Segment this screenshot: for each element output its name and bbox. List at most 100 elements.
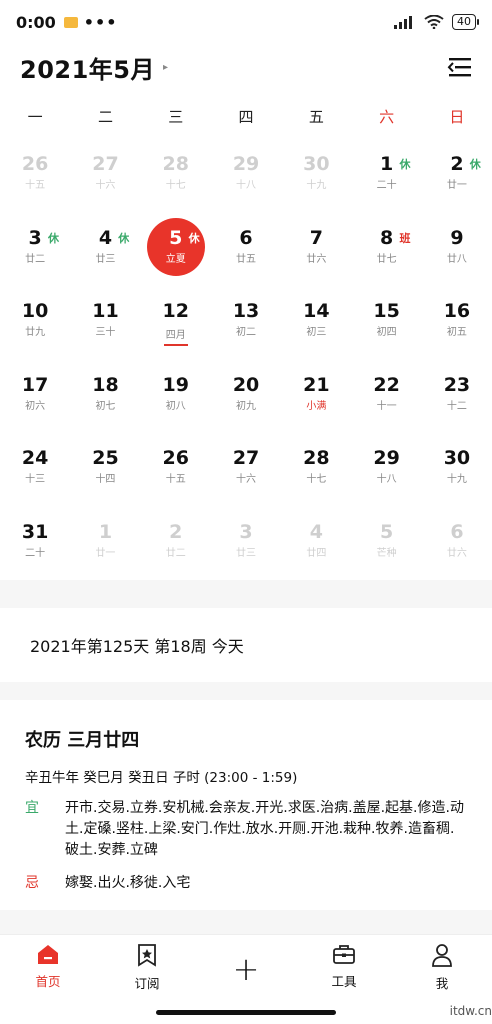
day-cell[interactable]: 17 初六 xyxy=(0,363,70,437)
day-cell[interactable]: 26 十五 xyxy=(0,142,70,216)
holiday-badge: 休 xyxy=(469,158,481,171)
lunar-date: 十六 xyxy=(236,474,257,485)
holiday-badge: 休 xyxy=(118,231,130,245)
day-cell[interactable]: 23 十二 xyxy=(422,363,492,437)
day-number: 3 xyxy=(239,520,253,543)
day-cell[interactable]: 31 二十 xyxy=(0,510,70,584)
almanac-card[interactable]: 农历 三月廿四 辛丑牛年 癸巳月 癸丑日 子时 (23:00 - 1:59) 宜… xyxy=(0,700,492,910)
day-cell[interactable]: 6 廿五 xyxy=(211,216,281,290)
lunar-date: 十七 xyxy=(306,474,327,485)
day-cell[interactable]: 1 二十休 xyxy=(351,142,421,216)
day-info-text: 2021年第125天 第18周 今天 xyxy=(30,637,244,656)
lunar-date: 廿三 xyxy=(95,253,116,265)
day-cell[interactable]: 14 初三 xyxy=(281,289,351,363)
day-cell[interactable]: 16 初五 xyxy=(422,289,492,363)
menu-icon[interactable] xyxy=(446,56,472,78)
day-number: 30 xyxy=(303,153,330,175)
day-number: 26 xyxy=(21,153,49,175)
day-cell[interactable]: 6 廿六 xyxy=(422,510,492,584)
tab-me[interactable]: 我 xyxy=(412,943,472,992)
lunar-date: 十六 xyxy=(95,180,116,191)
wifi-icon xyxy=(424,15,444,29)
day-number: 11 xyxy=(92,300,119,322)
day-number: 14 xyxy=(303,300,330,322)
lunar-date: 廿五 xyxy=(236,253,257,265)
day-number: 8 xyxy=(380,226,394,249)
tab-label: 我 xyxy=(435,976,449,991)
lunar-date: 初五 xyxy=(446,327,467,338)
day-cell[interactable]: 22 十一 xyxy=(351,363,421,437)
tab-subscribe[interactable]: 订阅 xyxy=(117,943,177,992)
day-cell[interactable]: 29 十八 xyxy=(351,436,421,510)
day-number: 9 xyxy=(450,226,464,249)
day-cell[interactable]: 10 廿九 xyxy=(0,289,70,363)
user-icon xyxy=(432,944,452,967)
weekday-label: 四 xyxy=(238,107,254,126)
day-cell-today[interactable]: 5 立夏休 xyxy=(141,216,211,290)
day-cell[interactable]: 13 初二 xyxy=(211,289,281,363)
day-number: 18 xyxy=(92,373,119,396)
day-number: 2 xyxy=(450,153,464,175)
day-cell[interactable]: 26 十五 xyxy=(141,436,211,510)
day-cell[interactable]: 3 廿二休 xyxy=(0,216,70,290)
day-cell[interactable]: 19 初八 xyxy=(141,363,211,437)
lunar-date: 廿六 xyxy=(306,253,327,265)
day-cell[interactable]: 2 廿二 xyxy=(141,510,211,584)
day-info-card[interactable]: 2021年第125天 第18周 今天 xyxy=(0,608,492,682)
ji-text: 嫁娶.出火.移徙.入宅 xyxy=(65,875,191,891)
day-cell[interactable]: 4 廿四 xyxy=(281,510,351,584)
lunar-date: 十二 xyxy=(446,400,467,412)
day-cell[interactable]: 28 十七 xyxy=(141,142,211,216)
day-number: 31 xyxy=(21,520,49,543)
month-title[interactable]: 2021年5月 xyxy=(20,50,155,85)
day-cell[interactable]: 15 初四 xyxy=(351,289,421,363)
tab-home[interactable]: 首页 xyxy=(18,943,78,990)
day-number: 19 xyxy=(162,373,189,396)
calendar-header: 2021年5月 ▸ xyxy=(0,44,492,90)
lunar-date: 十五 xyxy=(25,180,46,191)
ji-row: 忌 嫁娶.出火.移徙.入宅 xyxy=(25,873,467,894)
add-button[interactable]: + xyxy=(221,949,271,989)
lunar-date: 二十 xyxy=(376,180,397,191)
day-number: 4 xyxy=(309,520,323,543)
day-cell[interactable]: 2 廿一休 xyxy=(422,142,492,216)
day-cell[interactable]: 18 初七 xyxy=(70,363,140,437)
day-cell[interactable]: 11 三十 xyxy=(70,289,140,363)
day-number: 26 xyxy=(162,447,189,469)
day-cell[interactable]: 30 十九 xyxy=(281,142,351,216)
lunar-date: 初二 xyxy=(236,327,257,338)
lunar-date: 二十 xyxy=(25,547,46,559)
tab-tools[interactable]: 工具 xyxy=(314,943,374,990)
day-cell[interactable]: 7 廿六 xyxy=(281,216,351,290)
day-cell[interactable]: 5 芒种 xyxy=(351,510,421,584)
day-number: 3 xyxy=(28,226,42,249)
home-icon xyxy=(38,945,58,964)
weekday-label: 六 xyxy=(379,107,395,126)
day-cell[interactable]: 28 十七 xyxy=(281,436,351,510)
day-number: 10 xyxy=(21,300,49,322)
day-cell[interactable]: 21 小满 xyxy=(281,363,351,437)
day-cell[interactable]: 27 十六 xyxy=(70,142,140,216)
day-cell[interactable]: 9 廿八 xyxy=(422,216,492,290)
day-cell[interactable]: 20 初九 xyxy=(211,363,281,437)
day-cell[interactable]: 1 廿一 xyxy=(70,510,140,584)
day-cell[interactable]: 12 四月 xyxy=(141,289,211,363)
lunar-date: 廿三 xyxy=(236,547,257,559)
lunar-date: 立夏 xyxy=(165,253,186,265)
day-cell[interactable]: 25 十四 xyxy=(70,436,140,510)
day-cell[interactable]: 4 廿三休 xyxy=(70,216,140,290)
yi-label: 宜 xyxy=(25,800,39,816)
day-cell[interactable]: 30 十九 xyxy=(422,436,492,510)
day-number: 13 xyxy=(232,300,260,322)
day-cell[interactable]: 24 十三 xyxy=(0,436,70,510)
home-indicator[interactable] xyxy=(156,1010,336,1015)
day-cell[interactable]: 27 十六 xyxy=(211,436,281,510)
day-cell[interactable]: 29 十八 xyxy=(211,142,281,216)
weekday-label: 二 xyxy=(97,107,113,126)
day-cell[interactable]: 3 廿三 xyxy=(211,510,281,584)
month-caret-icon[interactable]: ▸ xyxy=(163,62,168,73)
lunar-date: 初六 xyxy=(25,400,46,412)
lunar-date: 廿九 xyxy=(25,327,46,338)
status-bar: 0:00 ••• 40 xyxy=(0,0,492,44)
day-cell[interactable]: 8 廿七班 xyxy=(351,216,421,290)
